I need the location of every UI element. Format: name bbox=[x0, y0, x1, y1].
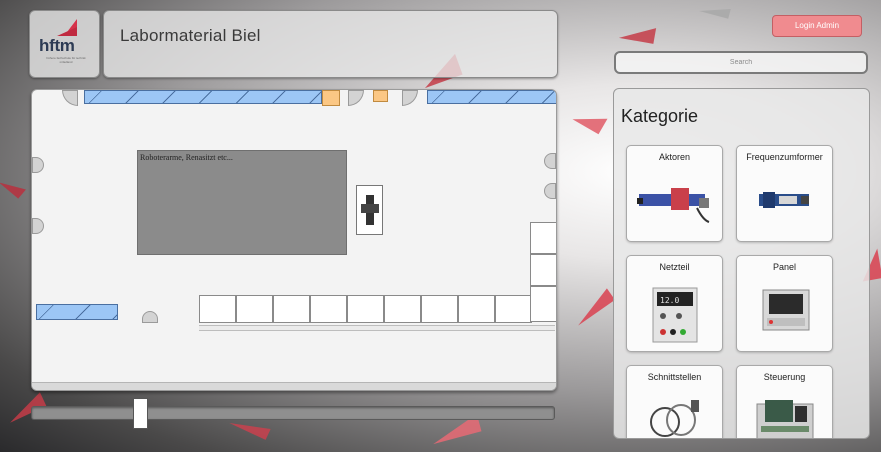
category-label: Aktoren bbox=[658, 152, 691, 162]
logo[interactable]: hftm höhere fachschule für technik mitte… bbox=[29, 10, 100, 78]
workbench[interactable] bbox=[347, 295, 384, 323]
orange-marker[interactable] bbox=[322, 90, 340, 106]
category-card-netzteil[interactable]: Netzteil 12.0 bbox=[626, 255, 723, 352]
orange-marker[interactable] bbox=[373, 90, 388, 102]
category-card-panel[interactable]: Panel bbox=[736, 255, 833, 352]
category-card-aktoren[interactable]: Aktoren bbox=[626, 145, 723, 242]
page-title: Labormaterial Biel bbox=[120, 26, 261, 45]
login-admin-button[interactable]: Login Admin bbox=[772, 15, 862, 37]
robot-arm-area[interactable]: Roboterarme, Renasitzt etc... bbox=[137, 150, 347, 255]
lab-floor-map: Roboterarme, Renasitzt etc... bbox=[31, 89, 557, 391]
device-station[interactable] bbox=[356, 185, 383, 235]
category-label: Panel bbox=[772, 262, 797, 272]
bench-rail bbox=[199, 325, 555, 331]
door bbox=[32, 157, 44, 173]
plc-controller-image bbox=[756, 400, 814, 438]
device-icon bbox=[361, 195, 379, 225]
category-label: Schnittstellen bbox=[647, 372, 702, 382]
window bbox=[427, 90, 556, 104]
category-title: Kategorie bbox=[621, 106, 699, 126]
workbench[interactable] bbox=[384, 295, 421, 323]
window bbox=[36, 304, 118, 320]
door bbox=[62, 90, 78, 106]
workbench[interactable] bbox=[310, 295, 347, 323]
door bbox=[402, 90, 418, 106]
workbench[interactable] bbox=[236, 295, 273, 323]
category-label: Netzteil bbox=[659, 262, 690, 272]
linear-actuator-image bbox=[637, 188, 710, 223]
workbench[interactable] bbox=[530, 222, 556, 254]
map-slider-track[interactable] bbox=[31, 406, 555, 420]
background-shard bbox=[618, 22, 657, 44]
category-card-frequenzumformer[interactable]: Frequenzumformer bbox=[736, 145, 833, 242]
door bbox=[142, 311, 158, 323]
search-input[interactable] bbox=[614, 51, 868, 74]
workbench[interactable] bbox=[530, 286, 556, 322]
category-card-schnittstellen[interactable]: Schnittstellen bbox=[626, 365, 723, 438]
operator-panel-image bbox=[762, 289, 810, 331]
title-bar: Labormaterial Biel bbox=[103, 10, 558, 78]
logo-subtext: höhere fachschule für technik mittelland bbox=[46, 56, 86, 64]
map-slider-thumb[interactable] bbox=[133, 398, 148, 429]
robot-area-label: Roboterarme, Renasitzt etc... bbox=[140, 153, 233, 162]
workbench[interactable] bbox=[530, 254, 556, 286]
workbench[interactable] bbox=[458, 295, 495, 323]
category-card-steuerung[interactable]: Steuerung bbox=[736, 365, 833, 438]
workbench[interactable] bbox=[421, 295, 458, 323]
background-shard bbox=[699, 1, 731, 19]
background-shard bbox=[572, 103, 608, 135]
category-panel: Kategorie Aktoren Frequenzumformer Netzt… bbox=[613, 88, 870, 439]
power-supply-image: 12.0 bbox=[652, 287, 698, 343]
logo-text: hftm bbox=[39, 36, 75, 55]
category-label: Frequenzumformer bbox=[746, 152, 823, 162]
logo-mark-icon bbox=[57, 27, 77, 36]
workbench[interactable] bbox=[273, 295, 310, 323]
workbench[interactable] bbox=[495, 295, 532, 323]
workbench[interactable] bbox=[199, 295, 236, 323]
door bbox=[348, 90, 364, 106]
background-shard bbox=[570, 288, 615, 326]
category-label: Steuerung bbox=[763, 372, 806, 382]
svg-text:12.0: 12.0 bbox=[660, 296, 679, 305]
frequency-converter-image bbox=[759, 192, 809, 208]
door bbox=[544, 153, 556, 169]
cables-image bbox=[650, 400, 699, 437]
window bbox=[84, 90, 322, 104]
door bbox=[544, 183, 556, 199]
door bbox=[32, 218, 44, 234]
background-shard bbox=[0, 173, 26, 199]
